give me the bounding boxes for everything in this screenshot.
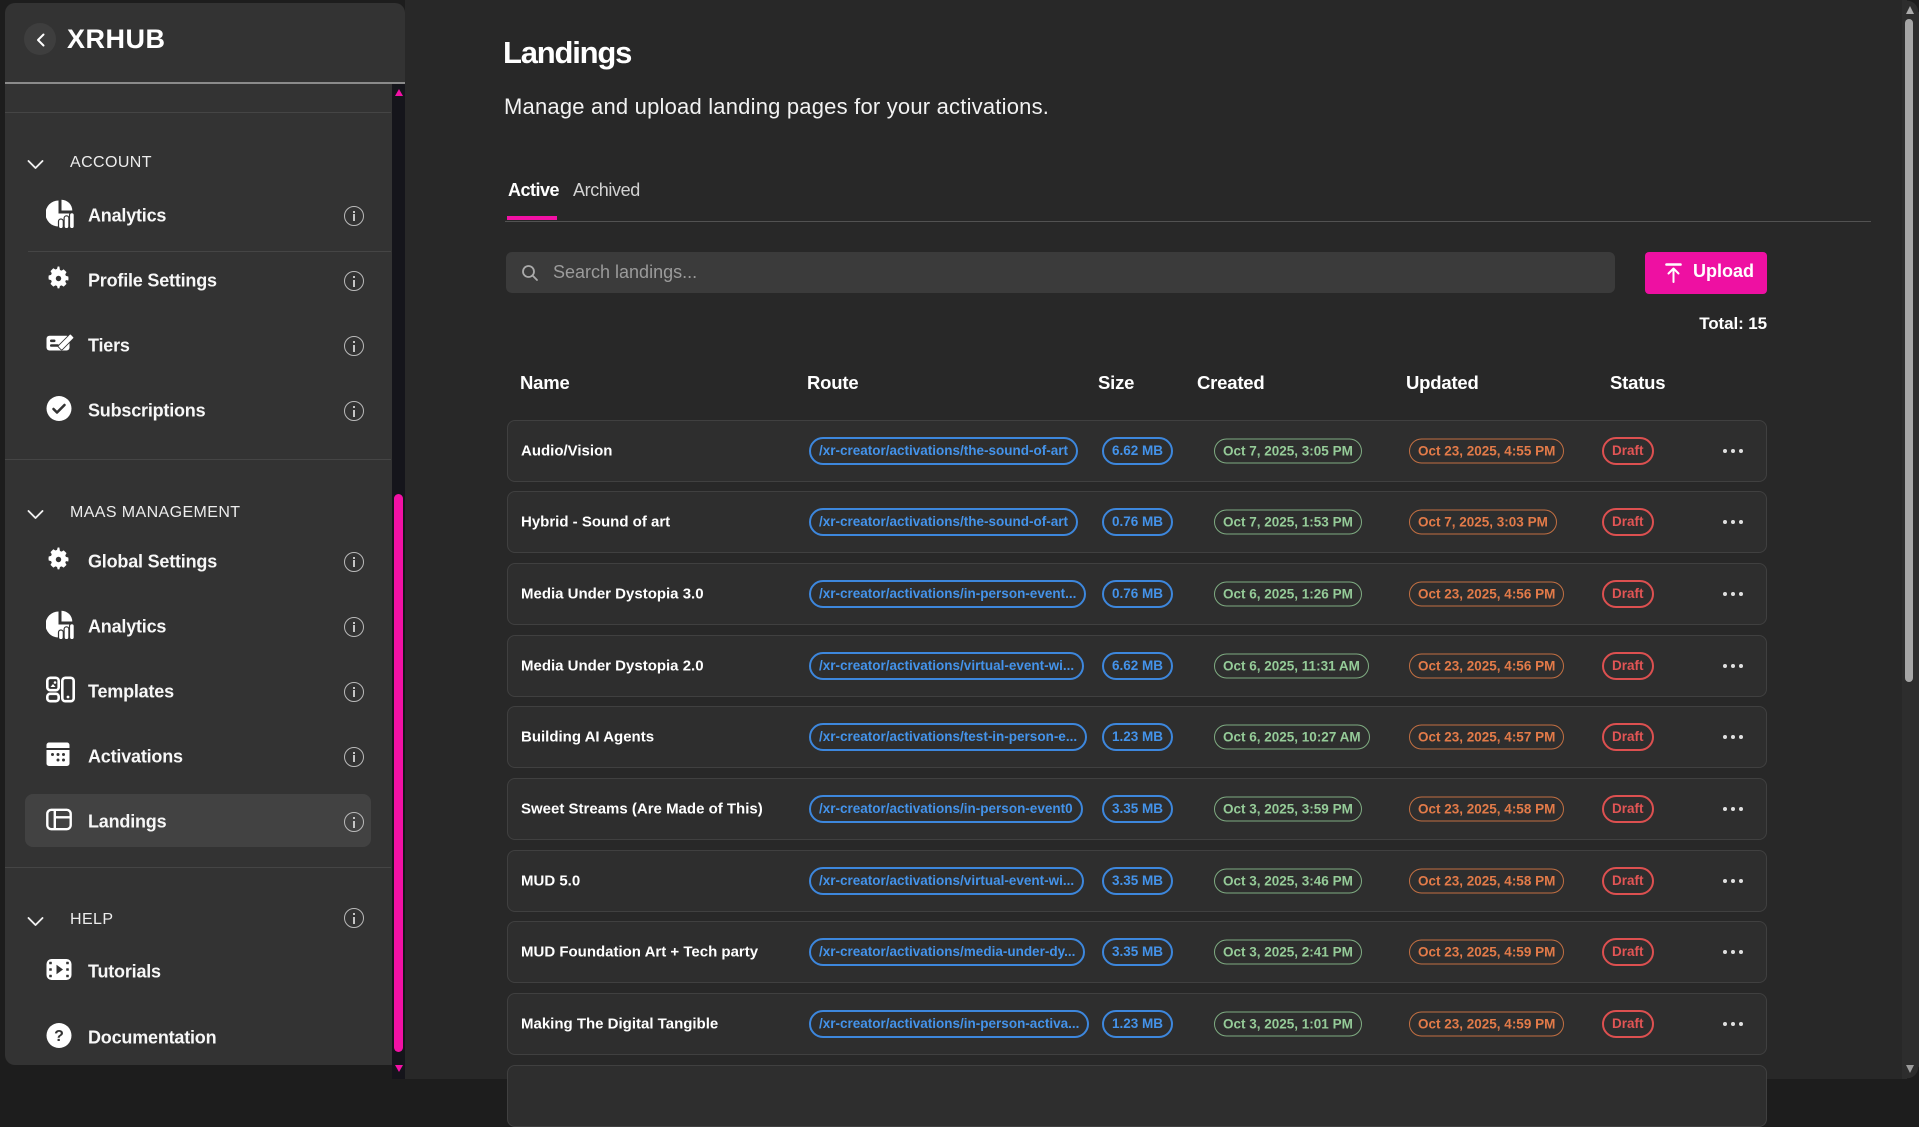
svg-text:?: ?: [54, 1028, 64, 1045]
